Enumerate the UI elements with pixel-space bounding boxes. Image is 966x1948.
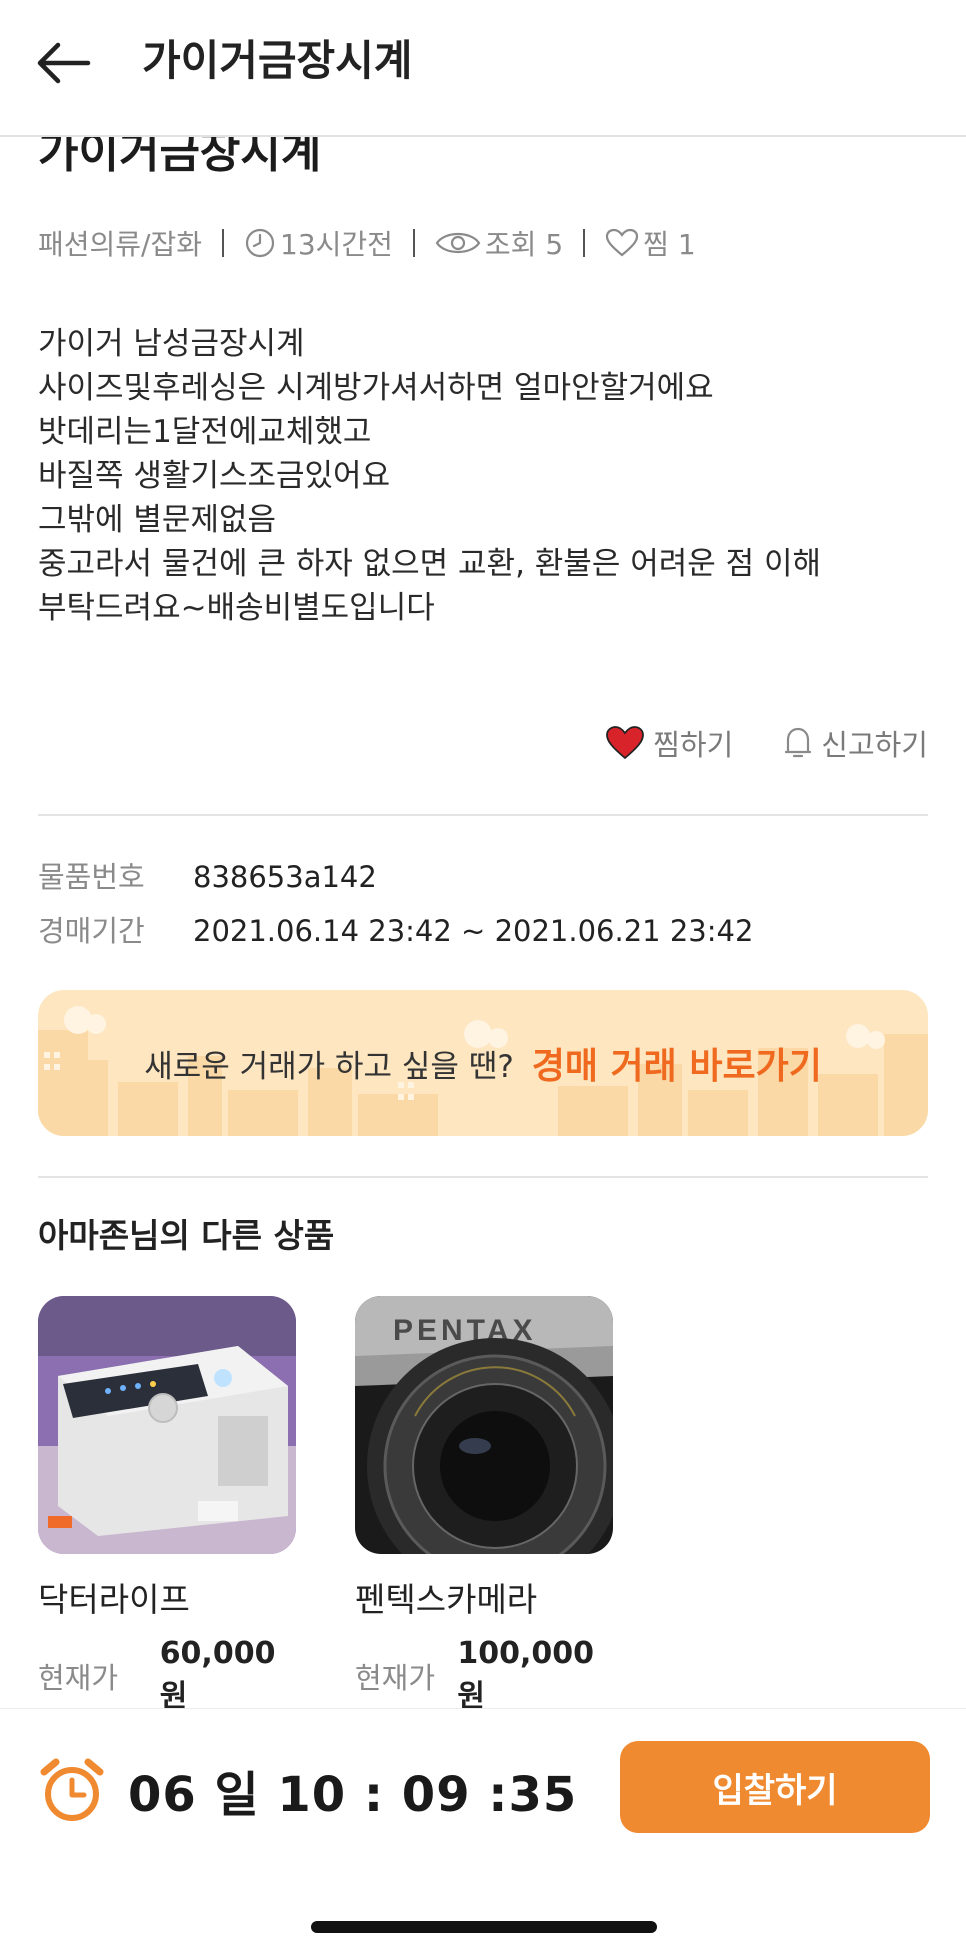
like-button[interactable]: 찜하기 [605, 722, 733, 764]
product-image[interactable] [38, 1296, 296, 1554]
product-price-row: 현재가 100,000원 [355, 1636, 613, 1715]
item-number-value: 838653a142 [193, 860, 377, 894]
price-label: 현재가 [38, 1660, 119, 1695]
product-price-row: 현재가 60,000원 [38, 1636, 296, 1715]
countdown-timer: 06 일 10 : 09 :35 [38, 1755, 577, 1825]
device-photo-illustration [38, 1296, 296, 1554]
item-likes: 찜 1 [643, 228, 696, 261]
countdown-text: 06 일 10 : 09 :35 [128, 1767, 578, 1823]
item-time-ago: 13시간전 [280, 228, 393, 261]
product-name: 펜텍스카메라 [355, 1580, 538, 1619]
product-card[interactable]: PENTAX 펜텍스카메라 현재가 100,000원 [355, 1296, 613, 1715]
meta-separator [222, 229, 224, 257]
item-actions: 찜하기 신고하기 [605, 722, 928, 764]
alarm-clock-icon [40, 1758, 104, 1821]
product-card[interactable]: 닥터라이프 현재가 60,000원 [38, 1296, 296, 1715]
auction-period-value: 2021.06.14 23:42 ~ 2021.06.21 23:42 [193, 914, 754, 948]
heart-outline-icon [605, 228, 639, 258]
top-bar: 가이거금장시계 [0, 0, 966, 137]
item-views: 조회 5 [484, 228, 564, 261]
price-label: 현재가 [355, 1660, 436, 1695]
auction-period-label: 경매기간 [38, 914, 145, 948]
report-label: 신고하기 [821, 728, 928, 762]
home-indicator [311, 1921, 657, 1933]
auction-shortcut-banner[interactable]: 새로운 거래가 하고 싶을 땐? 경매 거래 바로가기 [38, 990, 928, 1136]
eye-icon [435, 228, 481, 258]
divider [38, 1176, 928, 1178]
product-image[interactable]: PENTAX [355, 1296, 613, 1554]
product-name: 닥터라이프 [38, 1580, 190, 1619]
clock-icon [244, 227, 276, 259]
banner-text: 새로운 거래가 하고 싶을 땐? [144, 1048, 514, 1085]
bottom-action-bar: 06 일 10 : 09 :35 입찰하기 [0, 1708, 966, 1948]
header-title: 가이거금장시계 [142, 36, 413, 85]
item-category: 패션의류/잡화 [38, 228, 202, 261]
arrow-left-icon [37, 42, 91, 84]
banner-link[interactable]: 경매 거래 바로가기 [532, 1037, 822, 1089]
camera-photo-illustration: PENTAX [355, 1296, 613, 1554]
product-price: 60,000원 [159, 1636, 276, 1714]
meta-separator [583, 229, 586, 257]
item-description: 가이거 남성금장시계 사이즈및후레싱은 시계방가셔서하면 얼마안할거에요 밧데리… [38, 326, 822, 626]
bell-icon [785, 727, 812, 758]
like-label: 찜하기 [653, 728, 734, 762]
auction-period-row: 경매기간 2021.06.14 23:42 ~ 2021.06.21 23:42 [38, 911, 753, 951]
item-number-label: 물품번호 [38, 860, 145, 894]
report-button[interactable]: 신고하기 [783, 722, 928, 764]
divider [38, 814, 928, 816]
back-button[interactable] [36, 40, 92, 86]
banner-text-row: 새로운 거래가 하고 싶을 땐? 경매 거래 바로가기 [38, 990, 928, 1136]
product-price: 100,000원 [457, 1636, 594, 1714]
heart-filled-icon [606, 726, 645, 760]
bid-button[interactable]: 입찰하기 [620, 1741, 930, 1833]
other-products-title: 아마존님의 다른 상품 [38, 1216, 335, 1255]
item-meta: 패션의류/잡화 13시간전 조회 5 찜 1 [38, 222, 696, 264]
item-number-row: 물품번호 838653a142 [38, 857, 377, 897]
meta-separator [412, 229, 415, 257]
